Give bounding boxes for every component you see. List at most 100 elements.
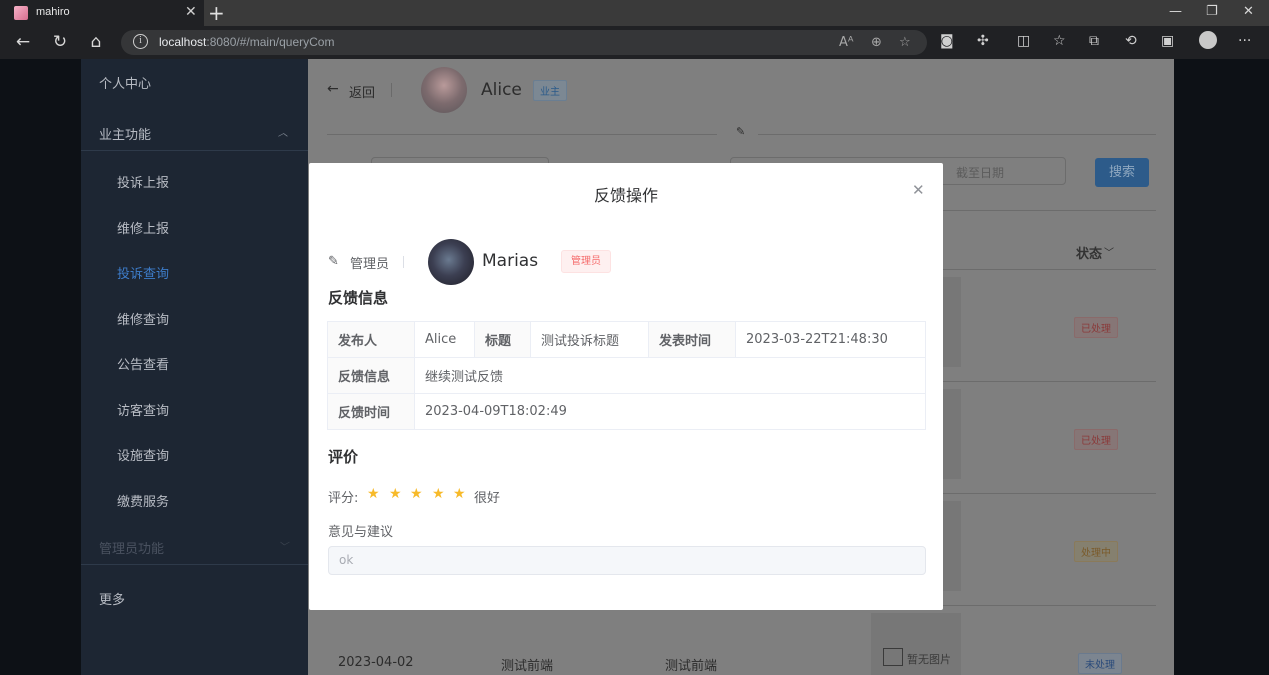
sidebar-item-complaint-report[interactable]: 投诉上报 <box>81 158 308 202</box>
search-button[interactable]: 搜索 <box>1095 158 1149 187</box>
avatar <box>421 67 467 113</box>
sidebar-item-profile[interactable]: 个人中心 <box>81 59 308 103</box>
rating-text: 很好 <box>474 491 501 506</box>
url-text[interactable]: localhost:8080/#/main/queryCom <box>159 35 334 49</box>
feedback-dialog: 反馈操作 ✕ ✎ 管理员 Marias 管理员 反馈信息 发布人 Alice 标… <box>309 163 943 610</box>
admin-label: 管理员 <box>350 257 390 272</box>
feedback-time-key: 反馈时间 <box>327 393 415 430</box>
tab-title: mahiro <box>36 6 70 18</box>
table-cell-title: 测试前端 <box>501 659 554 674</box>
feedback-section-title: 反馈信息 <box>328 289 389 307</box>
table-row: 反馈时间 2023-04-09T18:02:49 <box>327 393 926 430</box>
left-gutter <box>0 59 81 675</box>
star-icon[interactable]: ★ <box>432 486 445 502</box>
sidebar-item-more[interactable]: 更多 <box>81 575 308 619</box>
table-cell-date: 2023-04-02 <box>338 655 414 670</box>
suggestion-value: ok <box>339 553 354 567</box>
header-divider <box>391 83 392 97</box>
favorite-icon[interactable]: ☆ <box>899 35 911 50</box>
close-window-icon[interactable]: ✕ <box>1243 4 1254 19</box>
zoom-icon[interactable]: ⊕ <box>871 35 882 50</box>
chevron-up-icon: ︿ <box>278 128 288 139</box>
star-icon[interactable]: ★ <box>389 486 402 502</box>
pen-icon: ✎ <box>736 125 746 138</box>
sidebar-item-repair-query[interactable]: 维修查询 <box>81 295 308 339</box>
sidebar-group-owner[interactable]: 业主功能 ︿ <box>81 110 308 154</box>
sidebar-item-visitor-query[interactable]: 访客查询 <box>81 386 308 430</box>
rating-section-title: 评价 <box>328 448 359 466</box>
title-value: 测试投诉标题 <box>530 321 649 358</box>
no-image-text: 暂无图片 <box>907 653 951 666</box>
extension-icon[interactable]: ◙ <box>940 33 954 49</box>
table-row: 反馈信息 继续测试反馈 <box>327 357 926 394</box>
close-tab-icon[interactable]: ✕ <box>185 4 197 20</box>
new-tab-icon[interactable]: + <box>208 1 225 25</box>
back-link[interactable]: 返回 <box>349 82 375 101</box>
screenshot-icon[interactable]: ▣ <box>1161 33 1174 49</box>
table-row: 发布人 Alice 标题 测试投诉标题 发表时间 2023-03-22T21:4… <box>327 321 926 358</box>
sidebar-item-facility-query[interactable]: 设施查询 <box>81 431 308 475</box>
status-column-header[interactable]: 状态 <box>1076 243 1102 262</box>
back-arrow-icon[interactable]: ← <box>327 81 339 97</box>
admin-info: ✎ 管理员 Marias 管理员 <box>328 239 828 285</box>
star-icon[interactable]: ★ <box>367 486 380 502</box>
sidebar-item-notices[interactable]: 公告查看 <box>81 340 308 384</box>
minimize-icon[interactable]: — <box>1169 4 1182 19</box>
table-cell-content: 测试前端 <box>665 659 718 674</box>
restore-icon[interactable]: ❐ <box>1206 4 1218 19</box>
admin-name: Marias <box>482 251 539 271</box>
extensions-puzzle-icon[interactable]: ✣ <box>977 33 989 49</box>
sidebar-item-payment[interactable]: 缴费服务 <box>81 477 308 521</box>
read-aloud-icon[interactable]: Aᴬ <box>839 35 854 50</box>
close-icon[interactable]: ✕ <box>912 181 925 199</box>
feedback-details-table: 发布人 Alice 标题 测试投诉标题 发表时间 2023-03-22T21:4… <box>327 321 926 430</box>
site-info-icon[interactable]: i <box>133 34 148 49</box>
pen-icon: ✎ <box>328 254 339 269</box>
divider-right <box>758 134 1156 135</box>
admin-role-tag: 管理员 <box>561 250 611 273</box>
user-role-tag: 业主 <box>533 80 567 101</box>
sidebar-divider <box>81 150 308 151</box>
sidebar-item-complaint-query[interactable]: 投诉查询 <box>81 249 308 293</box>
status-badge: 已处理 <box>1074 317 1118 338</box>
right-gutter <box>1174 59 1269 675</box>
sidebar-divider <box>81 564 308 565</box>
address-bar[interactable]: i localhost:8080/#/main/queryCom Aᴬ ⊕ ☆ <box>121 30 927 55</box>
feedback-key: 反馈信息 <box>327 357 415 394</box>
publish-time-value: 2023-03-22T21:48:30 <box>735 321 926 358</box>
dialog-title: 反馈操作 <box>593 186 658 205</box>
header-user-name: Alice <box>481 80 522 100</box>
browser-tab-strip: mahiro ✕ + — ❐ ✕ <box>0 0 1269 26</box>
star-icon[interactable]: ★ <box>410 486 423 502</box>
sender-key: 发布人 <box>327 321 415 358</box>
favorites-icon[interactable]: ☆ <box>1053 33 1066 49</box>
sender-value: Alice <box>414 321 475 358</box>
sidebar-item-repair-report[interactable]: 维修上报 <box>81 204 308 248</box>
sidebar-group-admin[interactable]: 管理员功能 ﹀ <box>81 524 308 568</box>
status-badge: 已处理 <box>1074 429 1118 450</box>
chevron-down-icon[interactable]: ﹀ <box>1104 244 1114 259</box>
rating-label: 评分: <box>328 491 359 506</box>
home-icon[interactable]: ⌂ <box>85 32 107 52</box>
status-badge: 处理中 <box>1074 541 1118 562</box>
split-screen-icon[interactable]: ◫ <box>1017 33 1030 49</box>
avatar <box>428 239 474 285</box>
suggestion-label: 意见与建议 <box>328 525 394 540</box>
sidebar: 个人中心 业主功能 ︿ 投诉上报 维修上报 投诉查询 维修查询 公告查看 访客查询… <box>81 59 308 675</box>
end-date-placeholder: 截至日期 <box>956 166 1005 180</box>
image-placeholder: 暂无图片 <box>871 613 961 675</box>
address-toolbar: ← ↻ ⌂ i localhost:8080/#/main/queryCom A… <box>0 26 1269 59</box>
publish-time-key: 发表时间 <box>648 321 736 358</box>
profile-avatar[interactable] <box>1199 31 1217 49</box>
star-icon[interactable]: ★ <box>453 486 466 502</box>
collections-icon[interactable]: ⧉ <box>1089 33 1099 49</box>
favicon-icon <box>14 6 28 20</box>
refresh-icon[interactable]: ↻ <box>49 32 71 52</box>
more-menu-icon[interactable]: ··· <box>1238 33 1251 49</box>
feedback-time-value: 2023-04-09T18:02:49 <box>414 393 926 430</box>
history-icon[interactable]: ⟲ <box>1125 33 1137 49</box>
suggestion-field[interactable]: ok <box>328 546 926 575</box>
browser-tab[interactable]: mahiro ✕ <box>0 0 204 26</box>
back-icon[interactable]: ← <box>12 32 34 52</box>
divider-left <box>327 134 717 135</box>
